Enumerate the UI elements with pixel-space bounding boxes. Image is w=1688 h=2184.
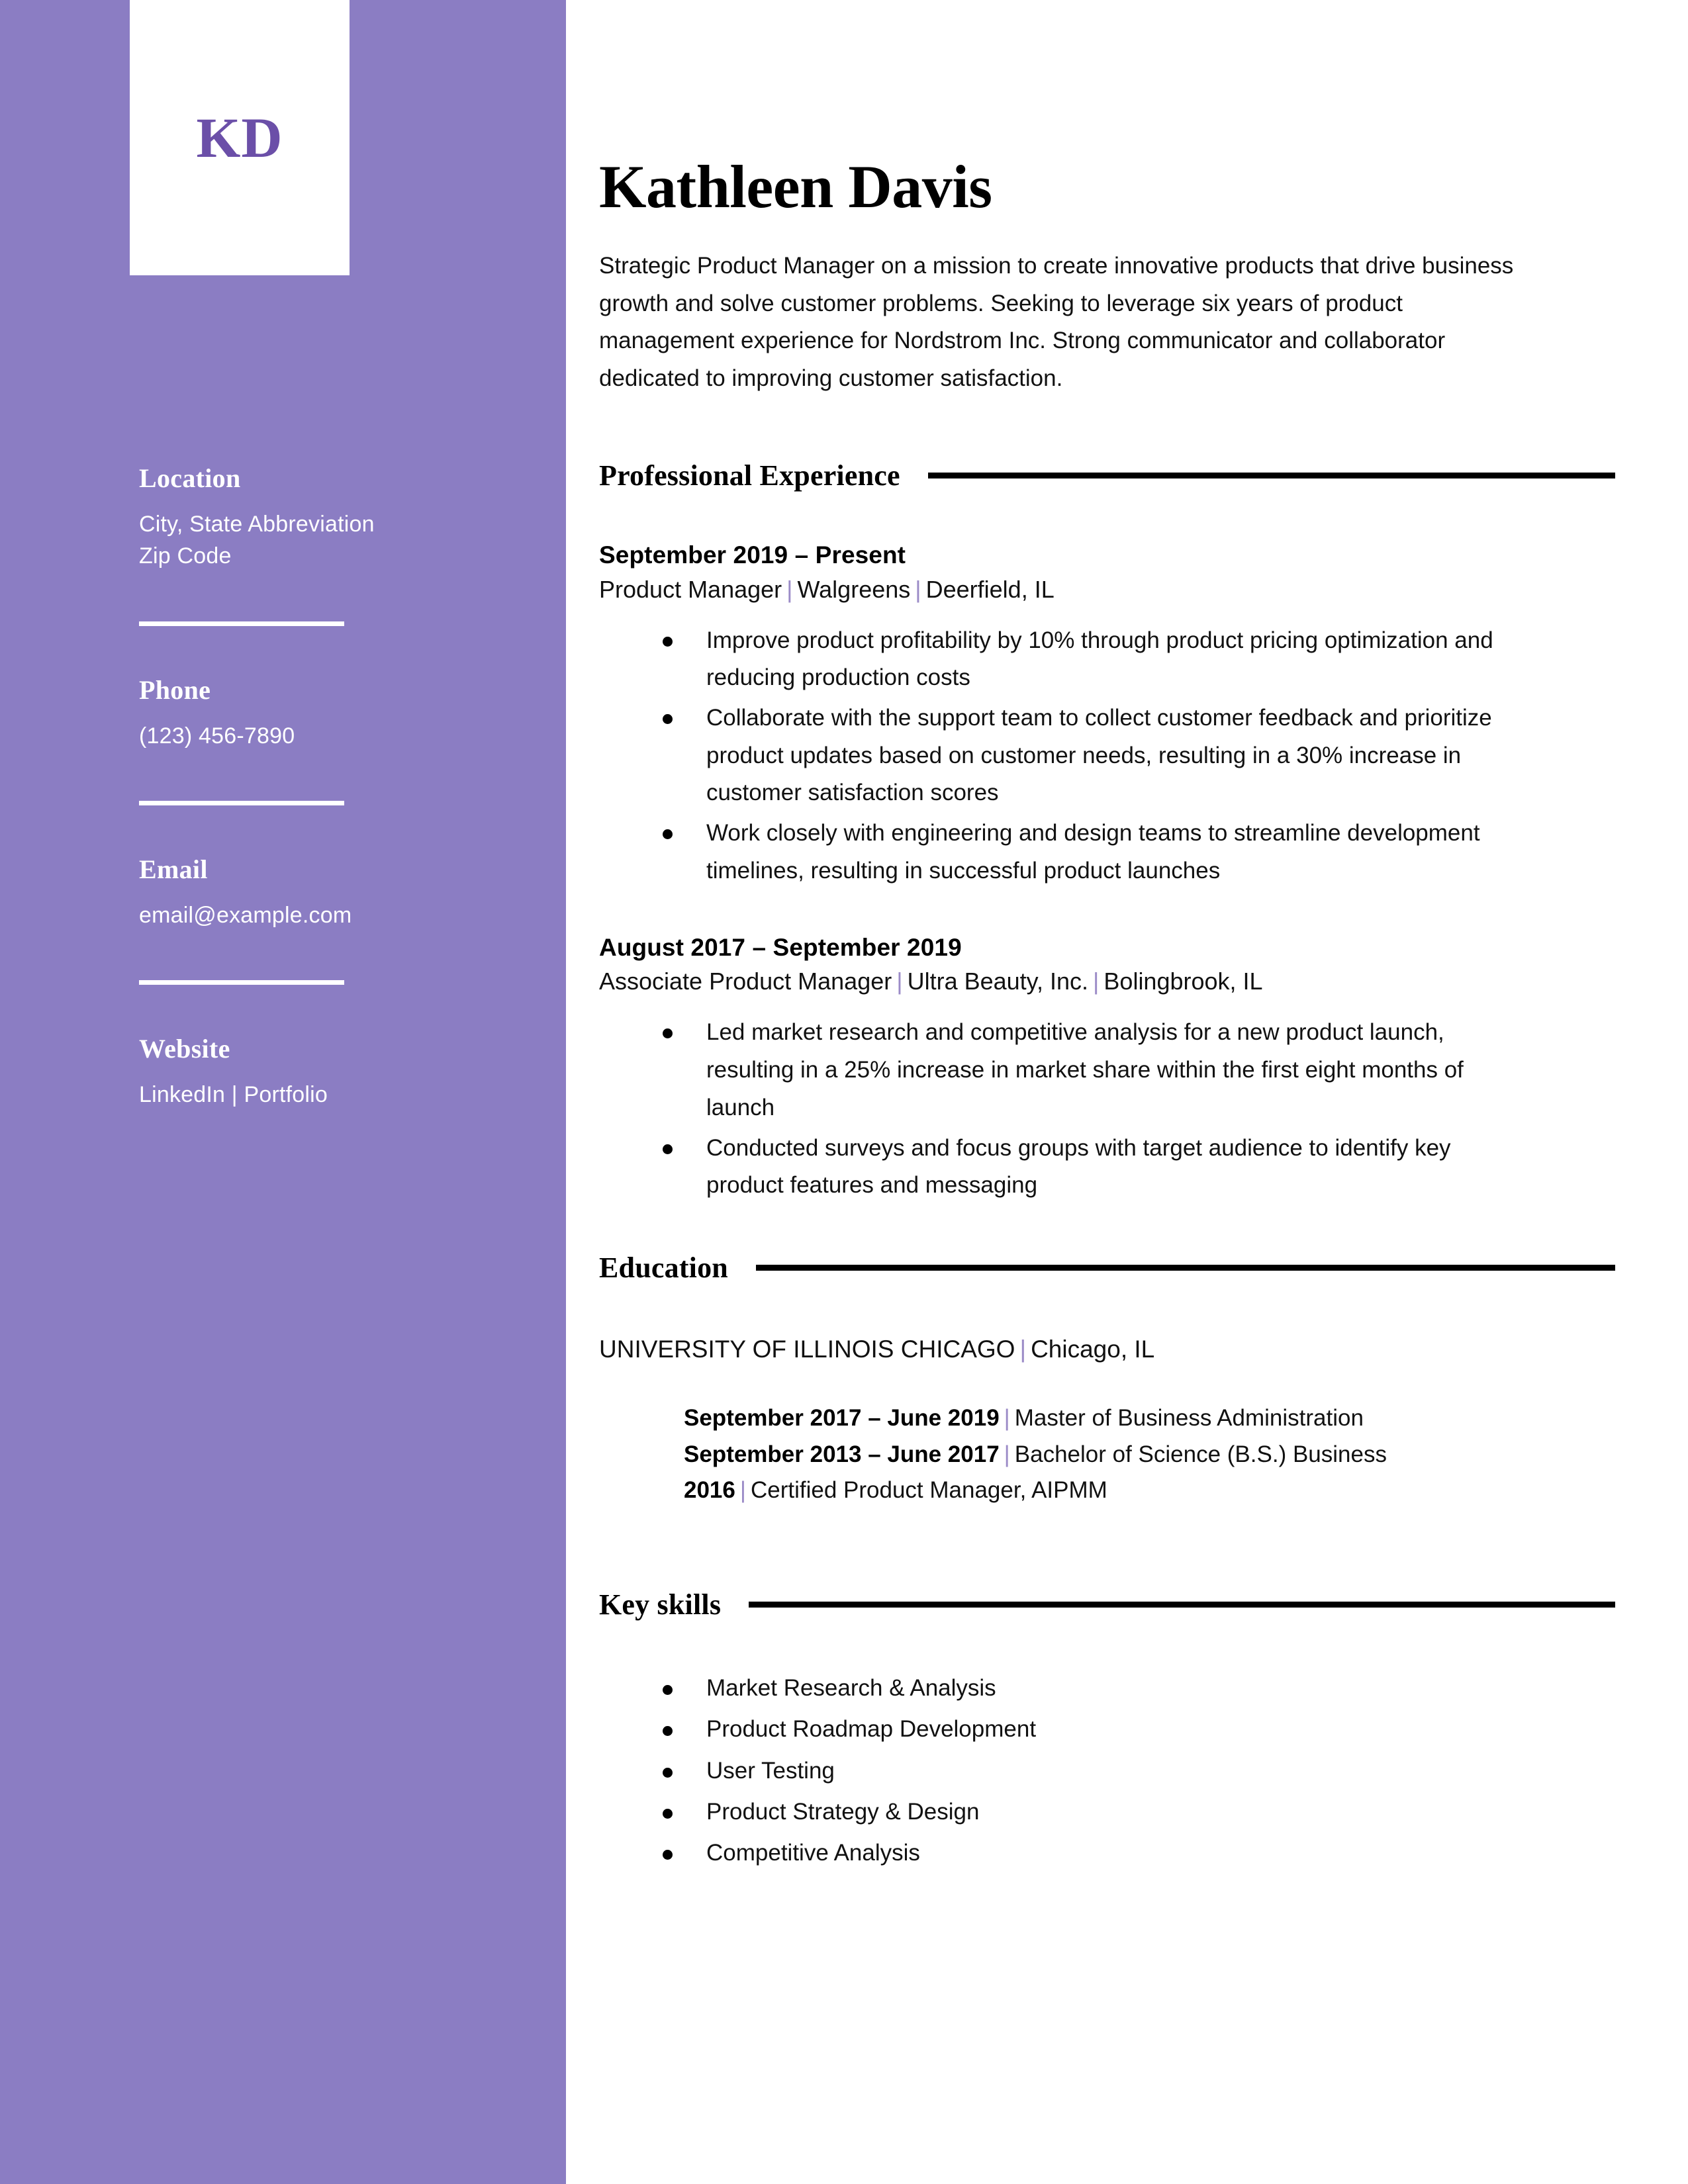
contact-value-email[interactable]: email@example.com	[139, 899, 510, 931]
main-content: Kathleen Davis Strategic Product Manager…	[566, 0, 1688, 2184]
education-school-name: UNIVERSITY OF ILLINOIS CHICAGO	[599, 1335, 1015, 1363]
pipe-separator: |	[739, 1477, 746, 1503]
section-professional-experience: Professional Experience September 2019 –…	[599, 459, 1615, 1205]
education-school-location: Chicago, IL	[1031, 1335, 1155, 1363]
job-company: Ultra Beauty, Inc.	[907, 968, 1089, 995]
contact-section-location: Location City, State Abbreviation Zip Co…	[139, 463, 510, 572]
pipe-separator: |	[1004, 1405, 1010, 1432]
education-entry: September 2013 – June 2017 | Bachelor of S…	[684, 1437, 1511, 1473]
education-detail: Master of Business Administration	[1014, 1405, 1364, 1432]
education-dates: September 2017 – June 2019	[684, 1405, 1000, 1432]
education-detail: Bachelor of Science (B.S.) Business	[1014, 1441, 1387, 1467]
pipe-separator: |	[896, 968, 903, 995]
pipe-separator: |	[915, 575, 921, 603]
section-title-education: Education	[599, 1251, 728, 1284]
job-meta: Product Manager | Walgreens | Deerfield, IL	[599, 572, 1615, 608]
education-dates: September 2013 – June 2017	[684, 1441, 1000, 1467]
pipe-separator: |	[1004, 1441, 1010, 1467]
section-header-skills: Key skills	[599, 1588, 1615, 1621]
pipe-separator: |	[1093, 968, 1100, 995]
section-key-skills: Key skills Market Research & Analysis Pr…	[599, 1588, 1615, 1874]
contact-info-panel: Location City, State Abbreviation Zip Co…	[139, 463, 510, 1111]
skills-list: Market Research & Analysis Product Roadm…	[657, 1668, 1615, 1874]
job-dates: August 2017 – September 2019	[599, 933, 962, 961]
job-bullet: Improve product profitability by 10% thr…	[657, 622, 1531, 697]
contact-value-website-links[interactable]: LinkedIn | Portfolio	[139, 1079, 510, 1111]
job-role: Product Manager	[599, 575, 782, 603]
contact-heading-phone: Phone	[139, 674, 211, 705]
section-education: Education UNIVERSITY OF ILLINOIS CHICAGO…	[599, 1251, 1615, 1508]
job-bullet-list: Improve product profitability by 10% thr…	[657, 622, 1531, 890]
contact-section-phone: Phone (123) 456-7890	[139, 675, 510, 752]
sidebar-divider-1	[139, 621, 344, 626]
education-entry-list: September 2017 – June 2019 | Master of Bus…	[684, 1400, 1511, 1508]
section-rule-experience	[927, 472, 1615, 478]
education-entry: 2016 | Certified Product Manager, AIPMM	[684, 1473, 1511, 1508]
job-location: Deerfield, IL	[925, 575, 1055, 603]
contact-section-email: Email email@example.com	[139, 854, 510, 931]
skill-item: Product Roadmap Development	[657, 1709, 1615, 1750]
skill-item: Market Research & Analysis	[657, 1668, 1615, 1709]
job-company: Walgreens	[797, 575, 911, 603]
professional-summary: Strategic Product Manager on a mission t…	[599, 253, 1514, 392]
section-title-experience: Professional Experience	[599, 459, 900, 492]
pipe-separator: |	[786, 575, 793, 603]
job-bullet: Collaborate with the support team to col…	[657, 700, 1531, 812]
job-location: Bolingbrook, IL	[1103, 968, 1263, 995]
contact-section-website: Website LinkedIn | Portfolio	[139, 1034, 510, 1111]
section-header-education: Education	[599, 1251, 1615, 1285]
job-bullet: Led market research and competitive anal…	[657, 1014, 1531, 1126]
job-meta: Associate Product Manager | Ultra Beauty, …	[599, 964, 1615, 999]
contact-heading-email: Email	[139, 854, 208, 884]
skill-item: Product Strategy & Design	[657, 1792, 1615, 1833]
monogram-initials: KD	[196, 106, 283, 169]
sidebar-divider-2	[139, 800, 344, 805]
monogram-box: KD	[130, 0, 350, 275]
section-rule-education	[755, 1264, 1615, 1271]
section-title-skills: Key skills	[599, 1588, 722, 1621]
education-entry: September 2017 – June 2019 | Master of Bus…	[684, 1400, 1511, 1436]
job-dates: September 2019 – Present	[599, 541, 906, 569]
pipe-separator: |	[1019, 1335, 1027, 1363]
education-dates: 2016	[684, 1477, 735, 1503]
education-school-line: UNIVERSITY OF ILLINOIS CHICAGO | Chicago, …	[599, 1331, 1615, 1368]
skill-item: User Testing	[657, 1751, 1615, 1792]
experience-entry: September 2019 – Present Product Manager…	[599, 539, 1615, 890]
contact-heading-website: Website	[139, 1034, 230, 1064]
section-header-experience: Professional Experience	[599, 459, 1615, 492]
section-rule-skills	[749, 1602, 1615, 1608]
job-role: Associate Product Manager	[599, 968, 892, 995]
contact-value-city-state: City, State Abbreviation	[139, 512, 375, 537]
resume-page: KD Location City, State Abbreviation Zip…	[0, 0, 1688, 2184]
contact-value-phone: (123) 456-7890	[139, 723, 295, 749]
contact-heading-location: Location	[139, 463, 241, 493]
sidebar: KD Location City, State Abbreviation Zip…	[0, 0, 566, 2184]
contact-value-zip: Zip Code	[139, 543, 232, 569]
job-bullet: Work closely with engineering and design…	[657, 815, 1531, 889]
sidebar-divider-3	[139, 980, 344, 985]
job-bullet: Conducted surveys and focus groups with …	[657, 1130, 1531, 1205]
candidate-name: Kathleen Davis	[599, 153, 992, 220]
skill-item: Competitive Analysis	[657, 1833, 1615, 1874]
job-bullet-list: Led market research and competitive anal…	[657, 1014, 1531, 1204]
education-detail: Certified Product Manager, AIPMM	[750, 1477, 1107, 1503]
experience-entry: August 2017 – September 2019 Associate P…	[599, 931, 1615, 1205]
